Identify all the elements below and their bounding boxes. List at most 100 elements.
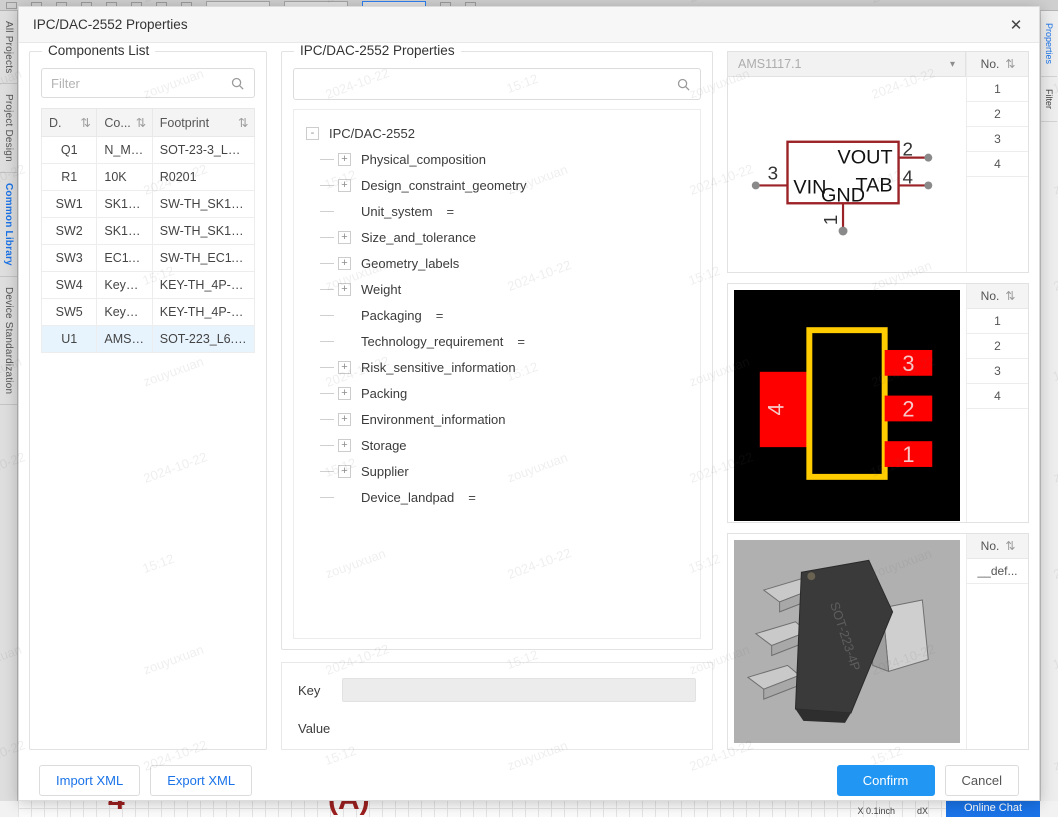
- tree-node[interactable]: + Weight: [302, 276, 692, 302]
- symbol-select[interactable]: AMS1117.1 ▾: [728, 52, 966, 77]
- table-row[interactable]: U1 AMS11... SOT-223_L6.7-...: [40, 325, 256, 353]
- footprint-pad-row[interactable]: 1: [967, 309, 1028, 334]
- symbol-pin-row[interactable]: 4: [967, 152, 1028, 177]
- table-row[interactable]: SW5 Key_T... KEY-TH_4P-L6....: [40, 298, 256, 326]
- key-input[interactable]: [342, 678, 696, 703]
- properties-legend: IPC/DAC-2552 Properties: [294, 43, 461, 58]
- confirm-button[interactable]: Confirm: [836, 765, 935, 797]
- export-xml-button[interactable]: Export XML: [150, 765, 253, 797]
- toolbar-icon-1[interactable]: [6, 1, 17, 9]
- property-search-input[interactable]: [303, 76, 676, 92]
- cancel-button[interactable]: Cancel: [944, 765, 1019, 797]
- tree-expand-icon[interactable]: +: [338, 412, 351, 426]
- tree-node-root[interactable]: - IPC/DAC-2552: [302, 120, 692, 146]
- tree-node[interactable]: + Supplier: [302, 458, 692, 484]
- tree-guide: [316, 392, 338, 394]
- footprint-pad-row[interactable]: 2: [967, 334, 1028, 359]
- footprint-no-header[interactable]: No. ⇅: [967, 284, 1028, 309]
- tree-node[interactable]: Device_landpad =: [302, 484, 692, 510]
- tree-node[interactable]: Unit_system =: [302, 198, 692, 224]
- tree-node[interactable]: Packaging =: [302, 302, 692, 328]
- background-left-sidebar: All Projects Project Design Common Libra…: [0, 11, 18, 801]
- sidebar-tab-project-design[interactable]: Project Design: [0, 84, 17, 174]
- symbol-pin-row[interactable]: 3: [967, 127, 1028, 152]
- tree-expand-icon[interactable]: +: [338, 360, 351, 374]
- tree-expand-icon[interactable]: +: [338, 230, 351, 244]
- symbol-no-rows: 1234: [967, 77, 1028, 177]
- tree-guide: [316, 444, 338, 446]
- tree-node-label: Storage: [361, 437, 407, 453]
- sort-icon[interactable]: ⇅: [1005, 539, 1015, 553]
- tree-guide: [316, 366, 338, 368]
- model-preview-card: SOT-223-4P No. ⇅ __def...: [727, 533, 1029, 751]
- model-canvas[interactable]: SOT-223-4P: [734, 540, 960, 744]
- table-row[interactable]: SW1 SK12D... SW-TH_SK12D...: [40, 190, 256, 218]
- sort-icon[interactable]: ⇅: [80, 115, 90, 130]
- symbol-no-header[interactable]: No. ⇅: [967, 52, 1028, 77]
- footprint-canvas[interactable]: 4 3 2 1: [734, 290, 960, 521]
- sort-icon[interactable]: ⇅: [1005, 57, 1015, 71]
- model-list: No. ⇅ __def...: [966, 534, 1028, 750]
- tree-toggle-icon[interactable]: -: [306, 126, 319, 140]
- footprint-graphic: 4 3 2 1: [734, 292, 960, 519]
- column-header-designator[interactable]: D. ⇅: [40, 108, 98, 137]
- right-tab-properties[interactable]: Properties: [1041, 11, 1057, 78]
- symbol-pin-row[interactable]: 1: [967, 77, 1028, 102]
- svg-text:4: 4: [764, 403, 789, 415]
- table-row[interactable]: SW3 EC11E... SW-TH_EC11X...: [40, 244, 256, 272]
- tree-node[interactable]: + Geometry_labels: [302, 250, 692, 276]
- tree-node[interactable]: + Physical_composition: [302, 146, 692, 172]
- tree-node[interactable]: + Risk_sensitive_information: [302, 354, 692, 380]
- table-row[interactable]: Q1 N_MOS SOT-23-3_L2.9-...: [40, 136, 256, 164]
- table-row[interactable]: SW4 Key_T... KEY-TH_4P-L6....: [40, 271, 256, 299]
- sort-icon[interactable]: ⇅: [136, 115, 146, 130]
- column-header-comment[interactable]: Co... ⇅: [96, 108, 153, 137]
- chevron-down-icon[interactable]: ▾: [950, 59, 955, 70]
- sidebar-tab-common-library[interactable]: Common Library: [0, 173, 17, 278]
- properties-panel: IPC/DAC-2552 Properties - IPC/DAC-2552 +…: [281, 43, 713, 651]
- column-header-designator-label: D.: [49, 115, 62, 130]
- sidebar-tab-device-standardization[interactable]: Device Standardization: [0, 277, 17, 406]
- column-header-footprint-label: Footprint: [159, 115, 210, 130]
- symbol-canvas[interactable]: VIN VOUT TAB GND 3 2 4 1: [728, 77, 966, 272]
- column-header-footprint[interactable]: Footprint ⇅: [151, 108, 256, 137]
- footprint-pad-row[interactable]: 3: [967, 359, 1028, 384]
- property-search-wrap[interactable]: [293, 68, 701, 100]
- tree-expand-icon[interactable]: +: [338, 386, 351, 400]
- filter-input[interactable]: [51, 75, 230, 91]
- right-tab-filter[interactable]: Filter: [1041, 77, 1057, 123]
- table-row[interactable]: R1 10K R0201: [40, 163, 256, 191]
- close-icon[interactable]: ✕: [1003, 12, 1029, 38]
- tree-node-equals: =: [446, 203, 455, 219]
- tree-expand-icon[interactable]: +: [338, 464, 351, 478]
- tree-node[interactable]: + Storage: [302, 432, 692, 458]
- tree-expand-icon[interactable]: +: [338, 438, 351, 452]
- components-table-body: Q1 N_MOS SOT-23-3_L2.9-... R1 10K R0201 SW1 SK1…: [40, 136, 256, 353]
- tree-node[interactable]: + Packing: [302, 380, 692, 406]
- sort-icon[interactable]: ⇅: [238, 115, 248, 130]
- dialog-title: IPC/DAC-2552 Properties: [33, 17, 188, 32]
- model-no-header[interactable]: No. ⇅: [967, 534, 1028, 559]
- cell-footprint: SW-TH_SK12D...: [151, 217, 256, 245]
- footprint-pad-row[interactable]: 4: [967, 384, 1028, 409]
- tree-node[interactable]: Technology_requirement =: [302, 328, 692, 354]
- filter-input-wrap[interactable]: [41, 68, 255, 98]
- cell-footprint: SW-TH_SK12D...: [151, 190, 256, 218]
- tree-node[interactable]: + Environment_information: [302, 406, 692, 432]
- components-column: Components List D. ⇅ Co... ⇅ Footprint ⇅: [29, 43, 267, 751]
- sort-icon[interactable]: ⇅: [1005, 289, 1015, 303]
- tree-expand-icon[interactable]: +: [338, 178, 351, 192]
- table-row[interactable]: SW2 SK12D... SW-TH_SK12D...: [40, 217, 256, 245]
- tree-expand-icon[interactable]: +: [338, 256, 351, 270]
- tree-node[interactable]: + Size_and_tolerance: [302, 224, 692, 250]
- tree-guide: [316, 314, 338, 316]
- sidebar-tab-all-projects[interactable]: All Projects: [0, 11, 17, 85]
- tree-children: + Physical_composition + Design_constraint_…: [302, 146, 692, 510]
- model-row[interactable]: __def...: [967, 559, 1028, 584]
- cell-comment: 10K: [96, 163, 153, 191]
- tree-expand-icon[interactable]: +: [338, 282, 351, 296]
- import-xml-button[interactable]: Import XML: [39, 765, 141, 797]
- tree-expand-icon[interactable]: +: [338, 152, 351, 166]
- symbol-pin-row[interactable]: 2: [967, 102, 1028, 127]
- tree-node[interactable]: + Design_constraint_geometry: [302, 172, 692, 198]
